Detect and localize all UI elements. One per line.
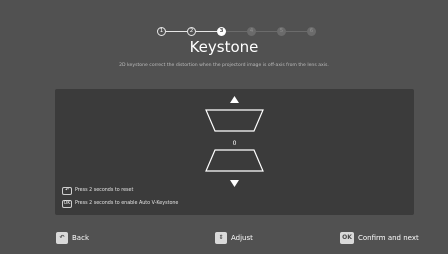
bottom-trapezoid-shape — [205, 149, 264, 172]
up-down-icon: ⇕ — [215, 232, 227, 244]
step-5: 5 — [277, 27, 286, 36]
step-3: 3 — [217, 27, 226, 36]
ok-key-icon: OK — [62, 199, 72, 208]
adjust-label: Adjust — [231, 234, 253, 242]
page-title: Keystone — [189, 38, 259, 56]
auto-keystone-hint: OK Press 2 seconds to enable Auto V-Keys… — [62, 199, 178, 208]
step-line-4 — [256, 31, 277, 32]
reset-hint-text: Press 2 seconds to reset — [75, 188, 134, 193]
step-4: 4 — [247, 27, 256, 36]
back-label: Back — [72, 234, 89, 242]
reset-hint: ↶ Press 2 seconds to reset — [62, 186, 133, 195]
step-2: 2 — [187, 27, 196, 36]
step-line-5 — [286, 31, 307, 32]
step-line-2 — [196, 31, 217, 32]
step-indicator: 1 2 3 4 5 6 — [0, 27, 448, 37]
increase-arrow-icon[interactable] — [230, 96, 239, 103]
back-key-icon: ↶ — [62, 186, 72, 195]
back-arrow-icon: ↶ — [56, 232, 68, 244]
step-1: 1 — [157, 27, 166, 36]
decrease-arrow-icon[interactable] — [230, 180, 239, 187]
top-trapezoid-shape — [205, 109, 264, 132]
step-line-3 — [226, 31, 247, 32]
auto-keystone-hint-text: Press 2 seconds to enable Auto V-Keyston… — [75, 201, 179, 206]
keystone-graphic — [205, 96, 264, 187]
confirm-label: Confirm and next — [358, 234, 419, 242]
confirm-next-button[interactable]: OK Confirm and next — [340, 232, 419, 244]
ok-icon: OK — [340, 232, 354, 244]
back-button[interactable]: ↶ Back — [56, 232, 89, 244]
step-6: 6 — [307, 27, 316, 36]
step-line-1 — [166, 31, 187, 32]
page-subtitle: 2D keystone correct the distortion when … — [119, 63, 329, 68]
keystone-value: 0 — [232, 140, 237, 147]
keystone-panel: 0 ↶ Press 2 seconds to reset OK Press 2 … — [55, 89, 414, 215]
adjust-control[interactable]: ⇕ Adjust — [215, 232, 253, 244]
